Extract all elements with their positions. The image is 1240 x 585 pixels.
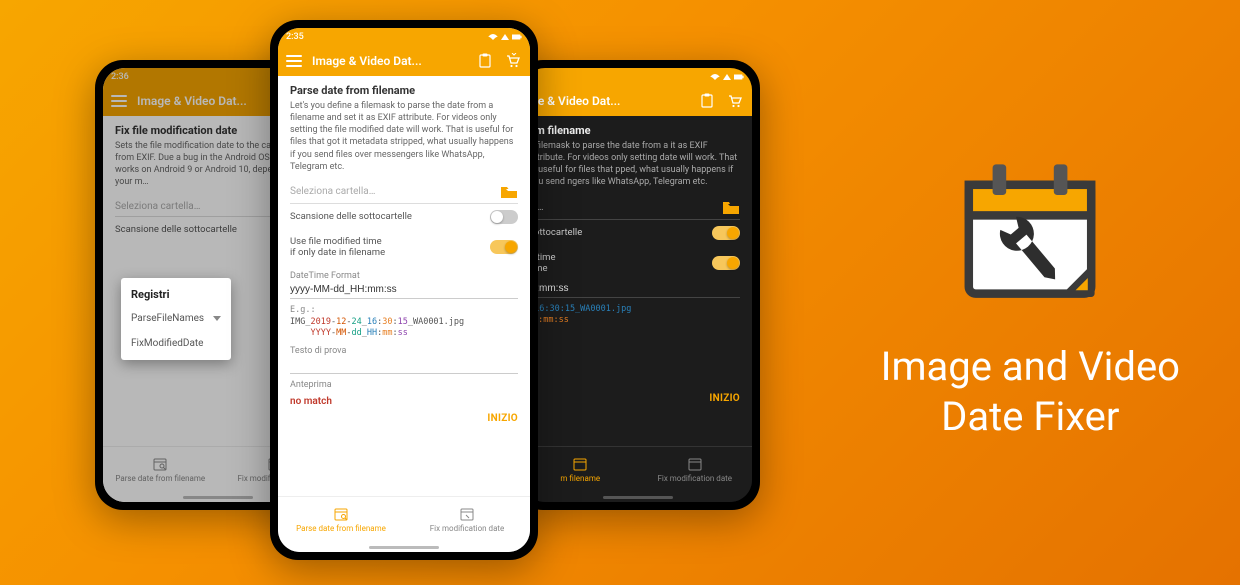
tab-label: Parse date from filename <box>115 474 205 483</box>
tab-label: Fix modification date <box>657 474 732 483</box>
start-button[interactable]: INIZIO <box>529 393 740 404</box>
tab-label: Fix modification date <box>430 524 505 533</box>
app-icon <box>945 144 1115 314</box>
app-bar: Image & Video Dat... <box>278 46 530 76</box>
datetime-format-input[interactable] <box>529 280 740 298</box>
battery-icon <box>734 73 744 81</box>
toggle-label: Scansione delle sottocartelle <box>115 224 237 235</box>
switch[interactable] <box>712 226 740 240</box>
signal-icon <box>723 74 731 80</box>
section-description: Let's you define a filemask to parse the… <box>290 100 518 173</box>
page-content: om filename e filemask to parse the date… <box>523 116 752 446</box>
popup-title: Registri <box>121 278 231 307</box>
wifi-icon <box>710 73 720 81</box>
home-indicator <box>523 492 752 502</box>
page-content: Parse date from filename Let's you defin… <box>278 76 530 496</box>
app-bar-title: Image & Video Dat... <box>312 54 466 68</box>
clipboard-icon[interactable] <box>698 92 716 110</box>
folder-icon[interactable] <box>500 185 518 199</box>
dropdown-selected-label: ParseFileNames <box>131 313 204 324</box>
status-time: 2:36 <box>111 72 129 82</box>
use-modified-toggle-row[interactable]: d timeame <box>529 246 740 280</box>
app-bar: ge & Video Dat... <box>523 86 752 116</box>
app-title: Image and Video Date Fixer <box>881 342 1180 442</box>
bottom-nav: m filename Fix modification date <box>523 446 752 492</box>
status-bar <box>523 68 752 86</box>
section-title: om filename <box>529 124 740 137</box>
toggle-label: Use file modified time if only date in f… <box>290 236 385 259</box>
menu-icon[interactable] <box>111 95 127 107</box>
phone-mockup-right: ge & Video Dat... om filename e filemask… <box>515 60 760 510</box>
status-time: 2:35 <box>286 32 304 42</box>
use-modified-toggle-row[interactable]: Use file modified time if only date in f… <box>290 230 518 265</box>
folder-select-row[interactable]: la… <box>529 197 740 220</box>
signal-icon <box>501 34 509 40</box>
folder-placeholder: la… <box>529 202 716 213</box>
test-text-input[interactable] <box>290 356 518 374</box>
start-button[interactable]: INIZIO <box>290 413 518 424</box>
app-bar-title: ge & Video Dat... <box>531 94 688 108</box>
preview-result: no match <box>290 396 518 407</box>
example-block: _16:30:15_WA0001.jpg H:mm:ss <box>529 304 740 328</box>
popup-dropdown[interactable]: ParseFileNames <box>121 307 231 330</box>
datetime-format-input[interactable] <box>290 281 518 299</box>
tab-fix-modification[interactable]: Fix modification date <box>638 447 753 492</box>
logs-popup: Registri ParseFileNames FixModifiedDate <box>121 278 231 360</box>
datetime-format-label: DateTime Format <box>290 271 518 281</box>
calendar-search-icon <box>572 456 588 472</box>
cart-icon[interactable] <box>726 92 744 110</box>
tab-parse-filename[interactable]: Parse date from filename <box>103 447 218 492</box>
subfolder-toggle-row[interactable]: sottocartelle <box>529 220 740 246</box>
battery-icon <box>512 33 522 41</box>
folder-icon[interactable] <box>722 201 740 215</box>
cart-icon[interactable] <box>504 52 522 70</box>
tab-label: m filename <box>560 474 600 483</box>
tab-fix-modification[interactable]: Fix modification date <box>404 497 530 542</box>
clipboard-icon[interactable] <box>476 52 494 70</box>
tab-parse-filename[interactable]: m filename <box>523 447 638 492</box>
folder-placeholder: Seleziona cartella… <box>290 186 494 197</box>
switch[interactable] <box>490 240 518 254</box>
calendar-wrench-icon <box>687 456 703 472</box>
calendar-search-icon <box>333 506 349 522</box>
status-bar: 2:35 <box>278 28 530 46</box>
calendar-wrench-icon <box>459 506 475 522</box>
tab-label: Parse date from filename <box>296 524 386 533</box>
phone-mockup-center: 2:35 Image & Video Dat... Parse date fro… <box>270 20 538 560</box>
toggle-label: Scansione delle sottocartelle <box>290 211 412 222</box>
switch[interactable] <box>712 256 740 270</box>
home-indicator <box>278 542 530 552</box>
calendar-search-icon <box>152 456 168 472</box>
wifi-icon <box>488 33 498 41</box>
preview-label: Anteprima <box>290 380 518 390</box>
section-title: Parse date from filename <box>290 84 518 97</box>
subfolder-toggle-row[interactable]: Scansione delle sottocartelle <box>290 204 518 230</box>
app-branding: Image and Video Date Fixer <box>881 0 1180 585</box>
folder-select-row[interactable]: Seleziona cartella… <box>290 181 518 204</box>
example-block: E.g.: IMG_2019-12-24_16:30:15_WA0001.jpg… <box>290 305 518 341</box>
bottom-nav: Parse date from filename Fix modificatio… <box>278 496 530 542</box>
test-text-label: Testo di prova <box>290 346 518 356</box>
section-description: e filemask to parse the date from a it a… <box>529 140 740 189</box>
tab-parse-filename[interactable]: Parse date from filename <box>278 497 404 542</box>
app-bar-title: Image & Video Dat... <box>137 94 268 108</box>
chevron-down-icon <box>213 316 221 321</box>
popup-item[interactable]: FixModifiedDate <box>121 330 231 357</box>
menu-icon[interactable] <box>286 55 302 67</box>
switch[interactable] <box>490 210 518 224</box>
